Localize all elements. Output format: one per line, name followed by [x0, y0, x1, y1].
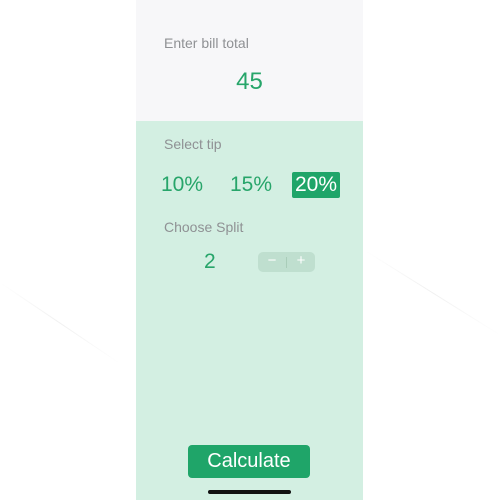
- background-shadow: [364, 250, 500, 336]
- tip-option-20[interactable]: 20%: [292, 172, 341, 198]
- bill-section: Enter bill total 45: [136, 0, 363, 121]
- bill-total-field[interactable]: 45: [136, 68, 363, 96]
- tip-segmented-control: 10% 15% 20%: [156, 172, 346, 198]
- split-count: 2: [204, 250, 216, 273]
- split-stepper[interactable]: − +: [258, 252, 315, 272]
- tip-option-10[interactable]: 10%: [158, 172, 206, 198]
- increment-button[interactable]: +: [287, 252, 315, 272]
- tip-calculator-screen: Enter bill total 45 Select tip 10% 15% 2…: [136, 0, 363, 500]
- home-indicator[interactable]: [208, 490, 291, 494]
- select-tip-label: Select tip: [164, 136, 222, 152]
- tip-option-15[interactable]: 15%: [227, 172, 275, 198]
- page: Enter bill total 45 Select tip 10% 15% 2…: [0, 0, 500, 500]
- background-shadow: [0, 282, 121, 364]
- decrement-button[interactable]: −: [258, 252, 286, 272]
- bill-total-label: Enter bill total: [164, 35, 249, 51]
- choose-split-label: Choose Split: [164, 219, 244, 235]
- calculate-button[interactable]: Calculate: [188, 445, 310, 478]
